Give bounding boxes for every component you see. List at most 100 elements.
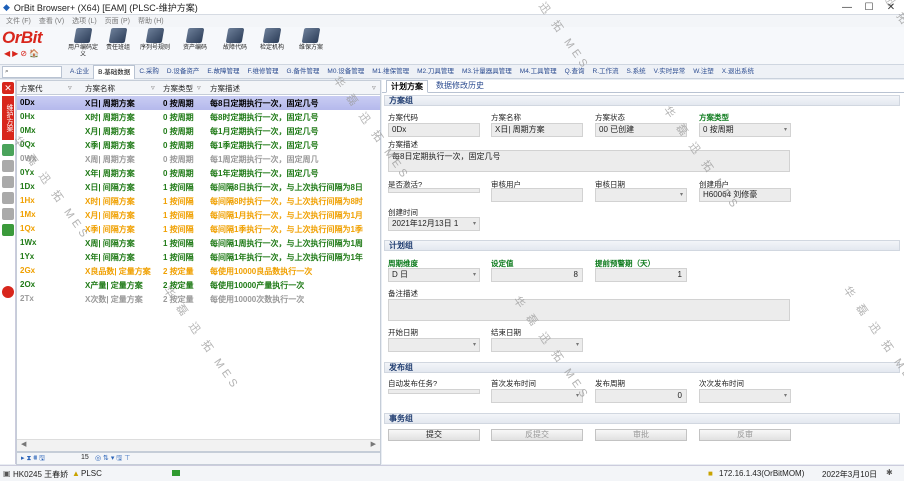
tab-fault[interactable]: E.故障管理 <box>203 65 243 79</box>
status-field[interactable]: 00 已创建 <box>595 123 687 137</box>
approve-button[interactable]: 审批 <box>595 429 687 441</box>
doc-icon[interactable] <box>2 192 14 204</box>
type-select[interactable]: 0 按周期 ▾ <box>699 123 791 137</box>
table-row[interactable]: 0Yx X年| 周期方案 0 按周期 每1年定期执行一次，固定几号 <box>17 166 380 180</box>
tab-exit[interactable]: X.退出系统 <box>718 65 758 79</box>
review-date-field[interactable]: ▾ <box>595 188 687 202</box>
maximize-button[interactable]: ☐ <box>858 0 880 15</box>
tab-injection[interactable]: W.注塑 <box>689 65 718 79</box>
end-date-field[interactable]: ▾ <box>491 338 583 352</box>
tab-system[interactable]: S.系统 <box>623 65 650 79</box>
menu-view[interactable]: 查看 (V) <box>39 16 64 26</box>
col-type[interactable]: 方案类型 <box>163 83 193 94</box>
desc-field[interactable]: 每8日定期执行一次，固定几号 <box>388 150 790 172</box>
set-value-field[interactable]: 8 <box>491 268 583 282</box>
toolbar-maint-plan-button[interactable]: 维保方案 <box>296 28 326 52</box>
tab-m3[interactable]: M3.计量器具管理 <box>458 65 516 79</box>
code-field[interactable]: 0Dx <box>388 123 480 137</box>
toolbar-user-code-button[interactable]: 用户编码定义 <box>68 28 98 59</box>
tab-query[interactable]: Q.查询 <box>561 65 589 79</box>
cell-type: 0 按周期 <box>163 141 194 150</box>
chart-icon[interactable] <box>2 224 14 236</box>
section-publish[interactable]: 发布组 <box>384 362 900 373</box>
table-row[interactable]: 0Wx X周| 周期方案 0 按周期 每1周定期执行一次，固定周几 <box>17 152 380 166</box>
warn-field[interactable]: 1 <box>595 268 687 282</box>
minimize-button[interactable]: — <box>836 0 858 15</box>
toolbar-team-button[interactable]: 责任班组 <box>103 28 133 52</box>
record-icon[interactable] <box>2 286 14 298</box>
table-row[interactable]: 2Ox X产量| 定量方案 2 按定量 每使用10000产量执行一次 <box>17 278 380 292</box>
close-icon[interactable]: ✕ <box>2 82 14 94</box>
table-row[interactable]: 1Wx X周| 间隔方案 1 按间隔 每间隔1周执行一次，与上次执行间隔为1周 <box>17 236 380 250</box>
tab-enterprise[interactable]: A.企业 <box>66 65 93 79</box>
menu-options[interactable]: 选项 (L) <box>72 16 97 26</box>
tab-m1[interactable]: M1.维保管理 <box>368 65 413 79</box>
close-button[interactable]: ✕ <box>880 0 902 15</box>
toolbar-verify-org-button[interactable]: 检定机构 <box>257 28 287 52</box>
book-icon <box>185 28 205 43</box>
start-date-field[interactable]: ▾ <box>388 338 480 352</box>
next-publish-field[interactable]: ▾ <box>699 389 791 403</box>
table-row[interactable]: 0Mx X月| 周期方案 0 按周期 每1月定期执行一次，固定几号 <box>17 124 380 138</box>
publish-cycle-field[interactable]: 0 <box>595 389 687 403</box>
table-row[interactable]: 2Gx X良品数| 定量方案 2 按定量 每使用10000良品数执行一次 <box>17 264 380 278</box>
tab-plan-scheme[interactable]: 计划方案 <box>386 80 428 93</box>
reviewer-field[interactable] <box>491 188 583 202</box>
tab-realtime[interactable]: V.实时异常 <box>650 65 690 79</box>
tab-m0[interactable]: M0.设备管理 <box>323 65 368 79</box>
cell-code: 1Hx <box>20 196 35 205</box>
tab-purchase[interactable]: C.采购 <box>135 65 163 79</box>
table-row[interactable]: 2Tx X次数| 定量方案 2 按定量 每使用10000次数执行一次 <box>17 292 380 306</box>
name-field[interactable]: X日| 周期方案 <box>491 123 583 137</box>
grid-options-icon[interactable]: ◎ ⇅ ▾ 🖫 ⊤ <box>95 454 130 465</box>
doc-icon[interactable] <box>2 176 14 188</box>
table-row[interactable]: 1Yx X年| 间隔方案 1 按间隔 每间隔1年执行一次，与上次执行间隔为1年 <box>17 250 380 264</box>
section-plan[interactable]: 计划组 <box>384 240 900 251</box>
toolbar-asset-code-button[interactable]: 资产编码 <box>180 28 210 52</box>
menu-file[interactable]: 文件 (F) <box>6 16 31 26</box>
col-desc[interactable]: 方案描述 <box>210 83 240 94</box>
unsubmit-button[interactable]: 反提交 <box>491 429 583 441</box>
menu-help[interactable]: 帮助 (H) <box>138 16 164 26</box>
table-row[interactable]: 1Hx X时| 间隔方案 1 按间隔 每间隔8时执行一次，与上次执行间隔为8时 <box>17 194 380 208</box>
tab-m4[interactable]: M4.工具管理 <box>516 65 561 79</box>
table-row[interactable]: 0Qx X季| 周期方案 0 按周期 每1季定期执行一次，固定几号 <box>17 138 380 152</box>
doc-icon[interactable] <box>2 160 14 172</box>
remark-field[interactable] <box>388 299 790 321</box>
auto-publish-checkbox[interactable] <box>388 389 480 394</box>
tab-change-history[interactable]: 数据修改历史 <box>432 80 488 93</box>
table-row[interactable]: 1Dx X日| 间隔方案 1 按间隔 每间隔8日执行一次，与上次执行间隔为8日 <box>17 180 380 194</box>
doc-icon[interactable] <box>2 144 14 156</box>
submit-button[interactable]: 提交 <box>388 429 480 441</box>
tab-m2[interactable]: M2.刀具管理 <box>413 65 458 79</box>
settings-icon[interactable]: ✱ <box>886 468 893 477</box>
col-name[interactable]: 方案名称 <box>85 83 115 94</box>
active-checkbox[interactable] <box>388 188 480 193</box>
col-code[interactable]: 方案代 <box>20 83 43 94</box>
table-row[interactable]: 1Qx X季| 间隔方案 1 按间隔 每间隔1季执行一次，与上次执行间隔为1季 <box>17 222 380 236</box>
tab-asset[interactable]: D.设备资产 <box>163 65 204 79</box>
first-publish-field[interactable]: ▾ <box>491 389 583 403</box>
doc-icon[interactable] <box>2 208 14 220</box>
sidebar-label[interactable]: 维护方案 <box>2 96 14 140</box>
tab-workflow[interactable]: R.工作流 <box>589 65 623 79</box>
toolbar-serial-rule-button[interactable]: 序列号规则 <box>140 28 170 52</box>
grid-tools-icon[interactable]: ▸ ⧗ ⩩ 🖫 <box>21 454 45 465</box>
horizontal-scrollbar[interactable]: ◀ ▶ <box>17 439 380 451</box>
cycle-select[interactable]: D 日 ▾ <box>388 268 480 282</box>
tab-repair[interactable]: F.维修管理 <box>243 65 282 79</box>
toolbar-fault-code-button[interactable]: 故障代码 <box>220 28 250 52</box>
creator-field[interactable]: H60064 刘修豪 <box>699 188 791 202</box>
table-row[interactable]: 0Hx X时| 周期方案 0 按周期 每8时定期执行一次，固定几号 <box>17 110 380 124</box>
create-time-field[interactable]: 2021年12月13日 1 ▾ <box>388 217 480 231</box>
section-transaction[interactable]: 事务组 <box>384 413 900 424</box>
table-row[interactable]: 0Dx X日| 周期方案 0 按周期 每8日定期执行一次，固定几号 <box>17 96 380 110</box>
nav-icons[interactable]: ◀▶⊘🏠 <box>4 49 41 58</box>
table-row[interactable]: 1Mx X月| 间隔方案 1 按间隔 每间隔1月执行一次，与上次执行间隔为1月 <box>17 208 380 222</box>
search-icon[interactable]: ⌕ <box>2 65 62 78</box>
tab-basic-data[interactable]: B.基础数据 <box>93 64 136 79</box>
menu-page[interactable]: 页面 (P) <box>105 16 130 26</box>
section-scheme[interactable]: 方案组 <box>384 95 900 106</box>
unapprove-button[interactable]: 反审 <box>699 429 791 441</box>
tab-spare[interactable]: G.备件管理 <box>283 65 324 79</box>
